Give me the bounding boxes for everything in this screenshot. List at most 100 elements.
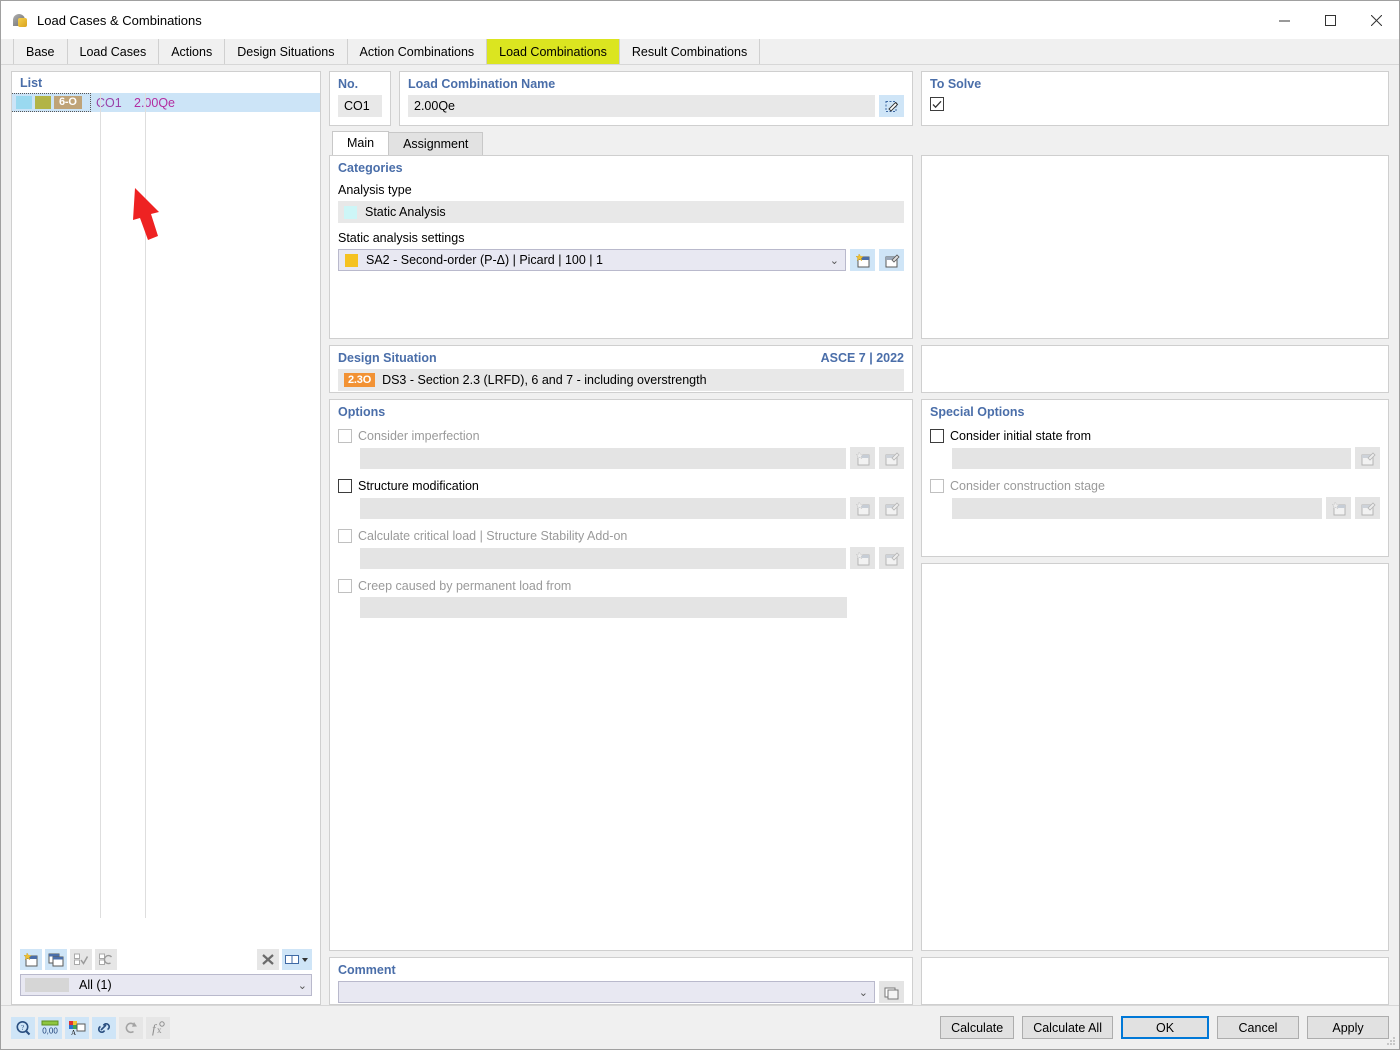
- tab-design-situations[interactable]: Design Situations: [225, 39, 348, 64]
- edit-icon[interactable]: [1355, 447, 1380, 469]
- delete-icon[interactable]: [257, 948, 279, 970]
- close-button[interactable]: [1353, 1, 1399, 39]
- edit-icon[interactable]: [1355, 497, 1380, 519]
- app-icon: [11, 11, 29, 29]
- option-creep[interactable]: Creep caused by permanent load from: [338, 579, 904, 593]
- formula-icon[interactable]: fx: [146, 1016, 170, 1039]
- to-solve-checkbox[interactable]: [930, 97, 944, 111]
- consider-construction-stage-field[interactable]: [952, 497, 1322, 519]
- calculate-critical-load-checkbox[interactable]: [338, 529, 352, 543]
- cancel-button[interactable]: Cancel: [1217, 1016, 1299, 1039]
- svg-text:?: ?: [21, 1024, 24, 1032]
- table-row[interactable]: 6-O CO1 2.00Qe: [12, 93, 320, 112]
- resize-grip-icon[interactable]: [1386, 1036, 1396, 1046]
- name-label: Load Combination Name: [408, 77, 556, 91]
- tab-assignment[interactable]: Assignment: [388, 132, 484, 155]
- no-group: No. CO1: [329, 71, 391, 126]
- calculate-critical-load-label: Calculate critical load | Structure Stab…: [358, 529, 628, 543]
- no-value[interactable]: CO1: [338, 95, 382, 117]
- name-input[interactable]: 2.00Qe: [408, 95, 875, 117]
- maximize-button[interactable]: [1307, 1, 1353, 39]
- edit-settings-icon[interactable]: [879, 249, 904, 271]
- ok-button[interactable]: OK: [1121, 1016, 1209, 1039]
- option-structure-modification[interactable]: Structure modification: [338, 479, 904, 493]
- design-situation-group: Design Situation ASCE 7 | 2022 2.3O DS3 …: [329, 345, 913, 393]
- calculate-button[interactable]: Calculate: [940, 1016, 1015, 1039]
- refresh-icon[interactable]: [119, 1016, 143, 1039]
- consider-construction-stage-checkbox[interactable]: [930, 479, 944, 493]
- colors-icon[interactable]: A: [65, 1016, 89, 1039]
- apply-button[interactable]: Apply: [1307, 1016, 1389, 1039]
- link-icon[interactable]: [92, 1016, 116, 1039]
- settings-value: SA2 - Second-order (P-Δ) | Picard | 100 …: [366, 253, 603, 267]
- edit-name-icon[interactable]: [879, 95, 904, 117]
- list-panel: List 6-O CO1 2.00Qe All (1) ⌄: [11, 71, 321, 1005]
- analysis-type-color-icon: [344, 205, 357, 219]
- structure-modification-field[interactable]: [360, 497, 846, 519]
- structure-modification-label: Structure modification: [358, 479, 479, 493]
- minimize-button[interactable]: [1261, 1, 1307, 39]
- structure-modification-checkbox[interactable]: [338, 479, 352, 493]
- consider-imperfection-field[interactable]: [360, 447, 846, 469]
- list-area[interactable]: 6-O CO1 2.00Qe: [12, 93, 320, 944]
- units-icon[interactable]: 0,00: [38, 1016, 62, 1039]
- consider-initial-state-label: Consider initial state from: [950, 429, 1092, 443]
- special-options-title: Special Options: [930, 405, 1025, 419]
- list-filter-combo[interactable]: All (1) ⌄: [20, 974, 312, 996]
- color-swatch-olive-icon: [35, 96, 51, 109]
- load-cases-combinations-window: Load Cases & Combinations Base Load Case…: [0, 0, 1400, 1050]
- tab-result-combinations[interactable]: Result Combinations: [620, 39, 761, 64]
- consider-initial-state-field[interactable]: [952, 447, 1351, 469]
- new-icon[interactable]: [850, 447, 875, 469]
- option-calculate-critical-load[interactable]: Calculate critical load | Structure Stab…: [338, 529, 904, 543]
- edit-icon[interactable]: [879, 547, 904, 569]
- option-consider-construction-stage[interactable]: Consider construction stage: [930, 479, 1380, 493]
- design-situation-text: DS3 - Section 2.3 (LRFD), 6 and 7 - incl…: [382, 373, 707, 387]
- new-icon[interactable]: [850, 497, 875, 519]
- tab-actions[interactable]: Actions: [159, 39, 226, 64]
- structure-modification-field-row: [338, 497, 904, 519]
- check-all-icon[interactable]: [70, 948, 92, 970]
- edit-icon[interactable]: [879, 497, 904, 519]
- invert-selection-icon[interactable]: [95, 948, 117, 970]
- design-situation-value[interactable]: 2.3O DS3 - Section 2.3 (LRFD), 6 and 7 -…: [338, 369, 904, 391]
- static-analysis-settings-combo[interactable]: SA2 - Second-order (P-Δ) | Picard | 100 …: [338, 249, 846, 271]
- consider-imperfection-checkbox[interactable]: [338, 429, 352, 443]
- comment-group: Comment ⌄: [329, 957, 913, 1005]
- tab-load-cases[interactable]: Load Cases: [68, 39, 160, 64]
- comment-combo[interactable]: ⌄: [338, 981, 875, 1003]
- analysis-type-value[interactable]: Static Analysis: [338, 201, 904, 223]
- copy-icon[interactable]: [45, 948, 67, 970]
- new-settings-icon[interactable]: [850, 249, 875, 271]
- consider-imperfection-label: Consider imperfection: [358, 429, 480, 443]
- name-group: Load Combination Name 2.00Qe: [399, 71, 913, 126]
- consider-initial-state-checkbox[interactable]: [930, 429, 944, 443]
- columns-icon[interactable]: [282, 948, 312, 970]
- side-panel-design: [921, 345, 1389, 393]
- option-consider-initial-state[interactable]: Consider initial state from: [930, 429, 1380, 443]
- creep-field[interactable]: [360, 597, 847, 618]
- tab-load-combinations[interactable]: Load Combinations: [487, 39, 620, 64]
- tab-action-combinations[interactable]: Action Combinations: [348, 39, 488, 64]
- tab-main[interactable]: Main: [332, 131, 390, 155]
- new-icon[interactable]: [850, 547, 875, 569]
- analysis-type-label: Analysis type: [338, 183, 412, 197]
- info-icon[interactable]: ?: [11, 1016, 35, 1039]
- dialog-buttons: Calculate Calculate All OK Cancel Apply: [940, 1016, 1389, 1039]
- new-icon[interactable]: [1326, 497, 1351, 519]
- row-badge: 6-O: [54, 96, 82, 109]
- options-title: Options: [338, 405, 386, 419]
- calculate-critical-load-field[interactable]: [360, 547, 846, 569]
- edit-icon[interactable]: [879, 447, 904, 469]
- option-consider-imperfection[interactable]: Consider imperfection: [338, 429, 904, 443]
- window-title: Load Cases & Combinations: [37, 12, 202, 28]
- calculate-all-button[interactable]: Calculate All: [1022, 1016, 1113, 1039]
- footer-bar: ? 0,00 A fx Calculate Calculate All OK C…: [1, 1005, 1399, 1049]
- tab-base[interactable]: Base: [13, 39, 68, 64]
- row-number: CO1: [96, 95, 122, 110]
- chevron-down-icon: ⌄: [297, 979, 307, 992]
- creep-checkbox[interactable]: [338, 579, 352, 593]
- comment-library-icon[interactable]: [879, 981, 904, 1003]
- new-icon[interactable]: [20, 948, 42, 970]
- consider-construction-stage-label: Consider construction stage: [950, 479, 1105, 493]
